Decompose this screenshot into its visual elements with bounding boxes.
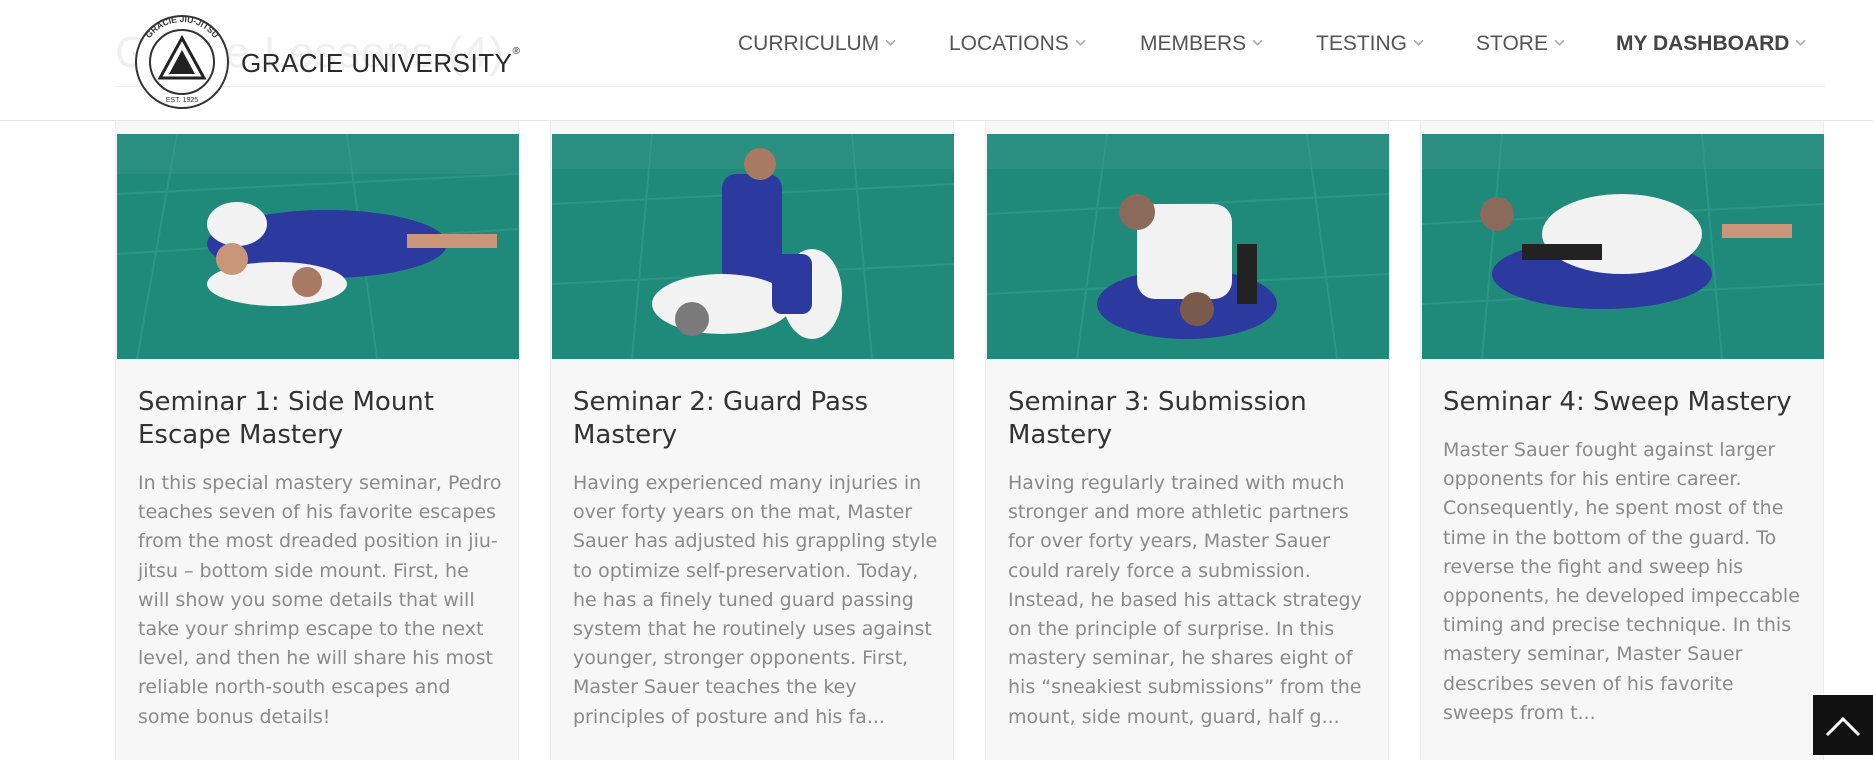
nav-item-label: STORE (1476, 32, 1548, 55)
chevron-down-icon (1554, 39, 1565, 46)
lesson-card-seminar-1[interactable]: Seminar 1: Side Mount Escape Mastery In … (115, 120, 519, 760)
site-header: Gracie Lessons (4) GRACIE JIU-JITSU EST.… (0, 0, 1873, 121)
nav-item-label: TESTING (1316, 32, 1408, 55)
nav-item-label: CURRICULUM (738, 32, 880, 55)
nav-item-my-dashboard[interactable]: MY DASHBOARD (1616, 32, 1806, 56)
nav-item-testing[interactable]: TESTING (1316, 32, 1424, 56)
chevron-down-icon (1252, 39, 1263, 46)
lesson-thumbnail[interactable] (987, 134, 1389, 359)
grappling-photo-icon (1422, 134, 1824, 359)
chevron-down-icon (885, 39, 896, 46)
nav-item-label: LOCATIONS (949, 32, 1069, 55)
lesson-thumbnail[interactable] (1422, 134, 1824, 359)
lesson-thumbnail[interactable] (117, 134, 519, 359)
main-nav: CURRICULUM LOCATIONS MEMBERS TESTING STO… (0, 32, 1873, 62)
lesson-title[interactable]: Seminar 4: Sweep Mastery (1443, 386, 1803, 419)
nav-item-store[interactable]: STORE (1476, 32, 1565, 56)
nav-item-locations[interactable]: LOCATIONS (949, 32, 1086, 56)
seal-bottom-text: EST. 1925 (166, 97, 198, 104)
lesson-card-seminar-3[interactable]: Seminar 3: Submission Mastery Having reg… (985, 120, 1389, 760)
nav-item-label: MY DASHBOARD (1616, 32, 1790, 55)
chevron-up-icon (1825, 716, 1861, 737)
gracie-seal-logo-icon[interactable]: GRACIE JIU-JITSU EST. 1925 (134, 14, 230, 110)
nav-item-label: MEMBERS (1140, 32, 1247, 55)
lesson-description: Having regularly trained with much stron… (1008, 472, 1362, 728)
chevron-down-icon (1795, 39, 1806, 46)
lesson-card-seminar-4[interactable]: Seminar 4: Sweep Mastery Master Sauer fo… (1420, 120, 1824, 760)
header-divider (115, 86, 1825, 87)
grappling-photo-icon (552, 134, 954, 359)
chevron-down-icon (1075, 39, 1086, 46)
nav-item-members[interactable]: MEMBERS (1140, 32, 1263, 56)
back-to-top-button[interactable] (1813, 695, 1873, 755)
nav-item-curriculum[interactable]: CURRICULUM (738, 32, 896, 56)
lesson-title[interactable]: Seminar 1: Side Mount Escape Mastery (138, 386, 498, 452)
lesson-description: Master Sauer fought against larger oppon… (1443, 439, 1800, 724)
lesson-title[interactable]: Seminar 2: Guard Pass Mastery (573, 386, 933, 452)
grappling-photo-icon (117, 134, 519, 359)
lesson-card-seminar-2[interactable]: Seminar 2: Guard Pass Mastery Having exp… (550, 120, 954, 760)
lesson-thumbnail[interactable] (552, 134, 954, 359)
lesson-title[interactable]: Seminar 3: Submission Mastery (1008, 386, 1368, 452)
lesson-description: Having experienced many injuries in over… (573, 472, 938, 728)
chevron-down-icon (1413, 39, 1424, 46)
grappling-photo-icon (987, 134, 1389, 359)
lesson-description: In this special mastery seminar, Pedro t… (138, 472, 502, 728)
